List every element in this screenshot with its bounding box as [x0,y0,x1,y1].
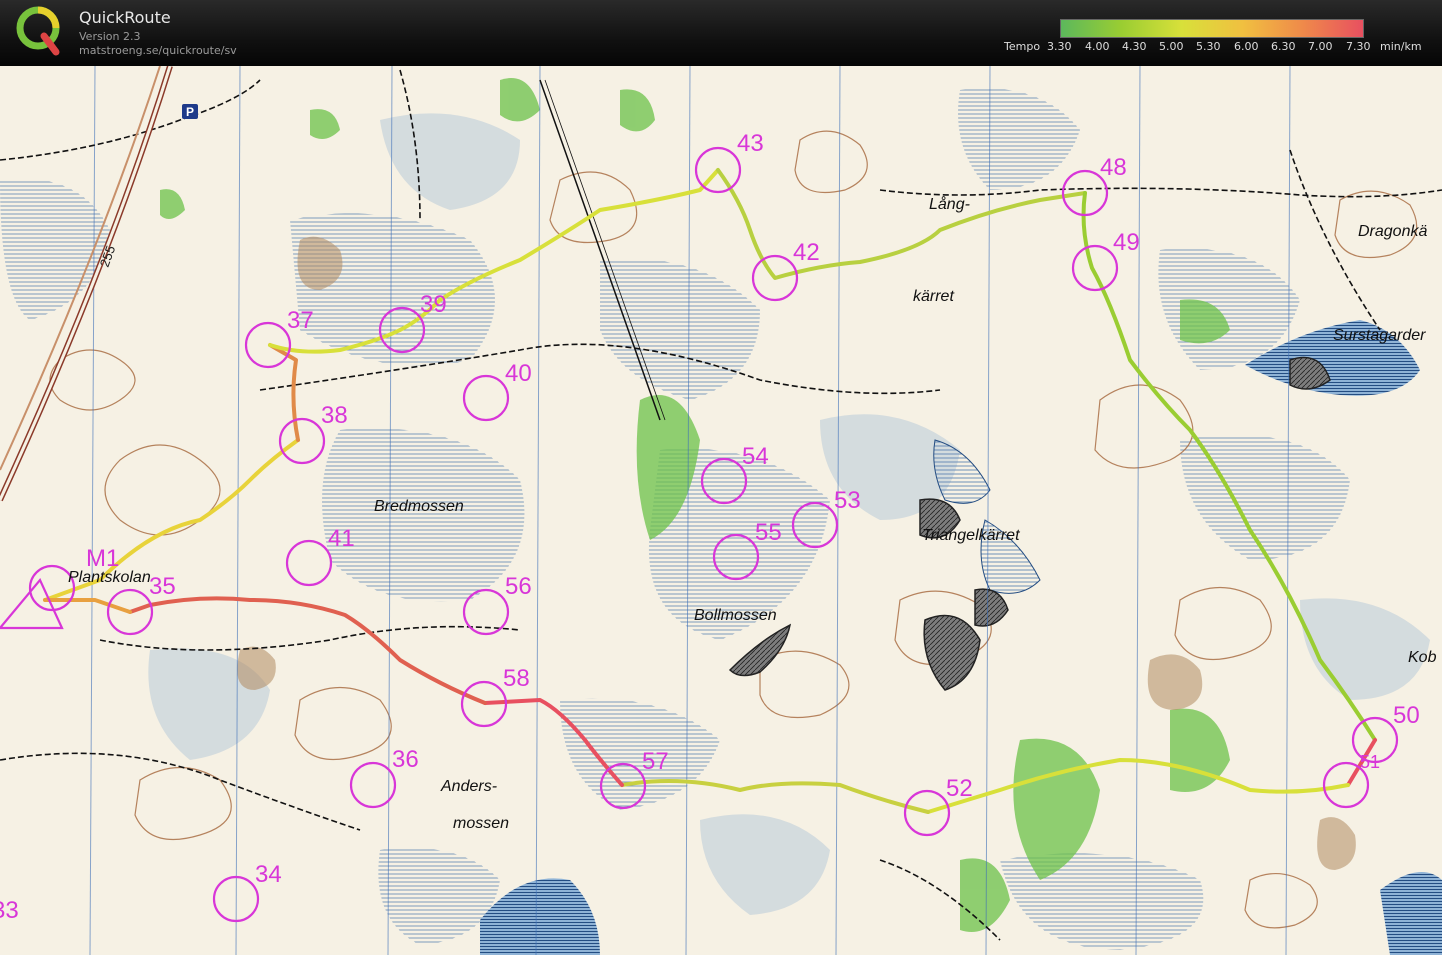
control-label-M1: M1 [86,545,119,572]
tempo-tick-9: 7.30 [1346,40,1371,53]
label-mossen: mossen [453,815,509,832]
label-triangelkarret: Triangelkärret [922,527,1020,544]
control-label-55: 55 [755,519,782,546]
control-label-53: 53 [834,487,861,514]
control-label-49: 49 [1113,229,1140,256]
control-label-34: 34 [255,861,282,888]
app-title: QuickRoute [79,8,171,27]
control-label-51: 51 [1360,752,1380,772]
tempo-legend-label: Tempo [1004,40,1041,53]
label-bredmossen: Bredmossen [374,498,464,515]
control-label-37: 37 [287,307,314,334]
label-lang: Lång- [929,195,970,213]
parking-icon: P [182,104,198,119]
control-label-41: 41 [328,525,355,552]
control-label-39: 39 [420,291,447,318]
app-header: QuickRoute Version 2.3 matstroeng.se/qui… [0,0,1442,66]
app-version: Version 2.3 [79,30,141,43]
control-label-33: 33 [0,897,19,924]
tempo-tick-4: 5.00 [1159,40,1184,53]
control-label-48: 48 [1100,154,1127,181]
tempo-legend-bar [1060,19,1364,38]
tempo-tick-6: 6.00 [1234,40,1259,53]
control-label-35: 35 [149,573,176,600]
control-label-57: 57 [642,748,669,775]
control-label-54: 54 [742,443,769,470]
control-label-56: 56 [505,573,532,600]
tempo-tick-1: 3.30 [1047,40,1072,53]
label-bollmossen: Bollmossen [694,607,777,624]
tempo-tick-3: 4.30 [1122,40,1147,53]
control-label-38: 38 [321,402,348,429]
control-label-58: 58 [503,665,530,692]
control-label-42: 42 [793,239,820,266]
tempo-unit: min/km [1380,40,1422,53]
control-label-36: 36 [392,746,419,773]
label-dragonka: Dragonkä [1358,223,1427,240]
control-label-43: 43 [737,130,764,157]
label-anders: Anders- [440,778,497,795]
orienteering-map[interactable]: Lång- kärret Dragonkä Surstagarder Bredm… [0,66,1442,955]
control-label-52: 52 [946,775,973,802]
control-label-50: 50 [1393,702,1420,729]
label-kob: Kob [1408,649,1437,666]
tempo-tick-2: 4.00 [1085,40,1110,53]
label-karret: kärret [913,288,954,305]
quickroute-logo-icon [16,6,60,56]
tempo-tick-7: 6.30 [1271,40,1296,53]
label-surstagarden: Surstagarder [1333,327,1426,344]
app-url[interactable]: matstroeng.se/quickroute/sv [79,44,237,57]
control-label-40: 40 [505,360,532,387]
tempo-tick-5: 5.30 [1196,40,1221,53]
tempo-tick-8: 7.00 [1308,40,1333,53]
svg-text:P: P [186,105,194,119]
